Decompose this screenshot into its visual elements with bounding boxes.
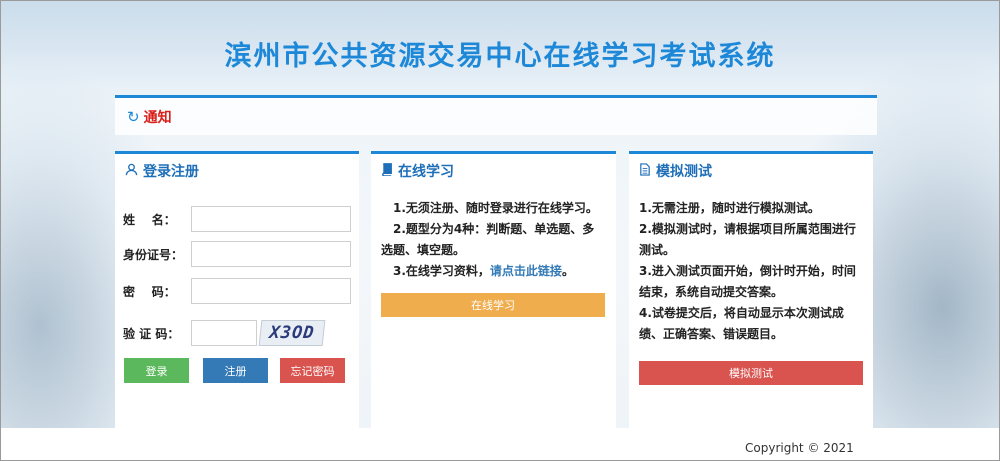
exam-item: 4.试卷提交后，将自动显示本次测试成绩、正确答案、错误题目。 [639,306,844,341]
login-button[interactable]: 登录 [124,358,189,383]
exam-panel-header: 模拟测试 [629,154,873,188]
study-panel-title: 在线学习 [398,164,454,180]
document-icon [639,162,651,180]
copyright-text: Copyright © 2021 [745,441,854,455]
id-number-row: 身份证号： [123,241,351,267]
study-materials-link[interactable]: 请点击此链接 [490,264,562,278]
register-button[interactable]: 注册 [203,358,268,383]
id-number-input[interactable] [191,241,351,267]
name-label: 姓 名： [123,212,176,227]
book-icon [381,162,393,180]
study-panel: 在线学习 1.无须注册、随时登录进行在线学习。 2.题型分为4种：判断题、单选题… [371,151,616,431]
study-panel-header: 在线学习 [371,154,616,188]
notice-bar: ↻ 通知 [115,95,877,135]
password-input[interactable] [191,278,351,304]
notice-label: 通知 [143,109,172,126]
captcha-label: 验 证 码： [123,326,180,341]
exam-panel-title: 模拟测试 [656,164,712,180]
login-panel: 登录注册 姓 名： 身份证号： 密 码： 验 证 码： X3OD 登录 注册 忘… [115,151,359,431]
study-item3-suffix: 。 [561,264,574,278]
name-input[interactable] [191,206,351,232]
online-study-button[interactable]: 在线学习 [381,293,605,317]
page-title: 滨州市公共资源交易中心在线学习考试系统 [224,41,776,72]
mock-exam-button[interactable]: 模拟测试 [639,361,863,385]
study-instructions: 1.无须注册、随时登录进行在线学习。 2.题型分为4种：判断题、单选题、多选题、… [371,188,616,282]
exam-instructions: 1.无需注册，随时进行模拟测试。 2.模拟测试时，请根据项目所属范围进行测试。 … [629,188,873,345]
captcha-row: 验 证 码： X3OD [123,320,326,346]
captcha-input[interactable] [191,320,257,346]
study-item3-prefix: 3.在线学习资料， [393,264,490,278]
study-item: 3.在线学习资料，请点击此链接。 [381,261,606,282]
password-label: 密 码： [123,284,176,299]
study-item: 2.题型分为4种：判断题、单选题、多选题、填空题。 [381,222,595,257]
id-number-label: 身份证号： [123,247,184,262]
refresh-circle-icon: ↻ [127,107,140,126]
exam-item: 3.进入测试页面开始，倒计时开始，时间结束，系统自动提交答案。 [639,264,856,299]
exam-item: 2.模拟测试时，请根据项目所属范围进行测试。 [639,222,856,257]
user-icon [125,163,138,180]
footer: Copyright © 2021 [0,428,1000,461]
login-panel-header: 登录注册 [115,154,359,188]
exam-panel: 模拟测试 1.无需注册，随时进行模拟测试。 2.模拟测试时，请根据项目所属范围进… [629,151,873,431]
captcha-image[interactable]: X3OD [258,320,326,346]
name-row: 姓 名： [123,206,351,232]
forgot-password-button[interactable]: 忘记密码 [280,358,345,383]
login-panel-title: 登录注册 [143,164,199,180]
password-row: 密 码： [123,278,351,304]
exam-item: 1.无需注册，随时进行模拟测试。 [639,201,820,215]
study-item: 1.无须注册、随时登录进行在线学习。 [393,201,598,215]
